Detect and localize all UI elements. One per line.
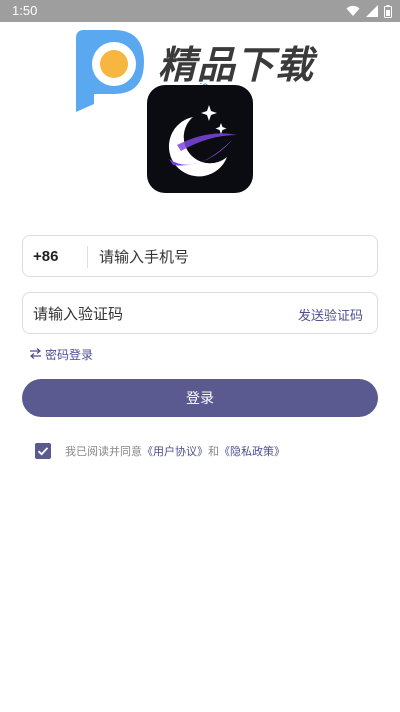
phone-input[interactable] [99,244,369,270]
send-code-button[interactable]: 发送验证码 [298,305,363,324]
checkmark-icon [37,447,49,456]
wifi-icon [346,5,360,17]
agreement-conjunction: 和 [208,445,219,458]
user-agreement-link[interactable]: 《用户协议》 [142,445,208,458]
status-icons [346,4,392,18]
status-time: 1:50 [12,3,38,18]
phone-field: +86 [22,235,378,277]
country-code[interactable]: +86 [33,248,58,265]
swap-icon [29,347,42,362]
login-button[interactable]: 登录 [22,379,378,417]
app-logo [147,85,253,193]
password-login-label: 密码登录 [45,348,94,362]
password-login-link[interactable]: 密码登录 [29,346,93,363]
agreement-text: 我已阅读并同意《用户协议》和《隐私政策》 [65,443,285,459]
agreement-prefix: 我已阅读并同意 [65,445,142,458]
status-bar: 1:50 [0,0,400,22]
privacy-policy-link[interactable]: 《隐私政策》 [219,445,285,458]
watermark-logo-icon [68,28,152,112]
field-divider [87,246,88,268]
verification-code-input[interactable] [33,301,273,327]
battery-icon [384,4,392,18]
login-screen: 1:50 精品下载 www.j9p.com [0,0,400,712]
crescent-moon-icon [168,105,237,177]
signal-icon [366,5,378,17]
agreement-checkbox[interactable] [35,443,51,459]
agreement-row: 我已阅读并同意《用户协议》和《隐私政策》 [35,443,285,459]
verification-code-field: 发送验证码 [22,292,378,334]
